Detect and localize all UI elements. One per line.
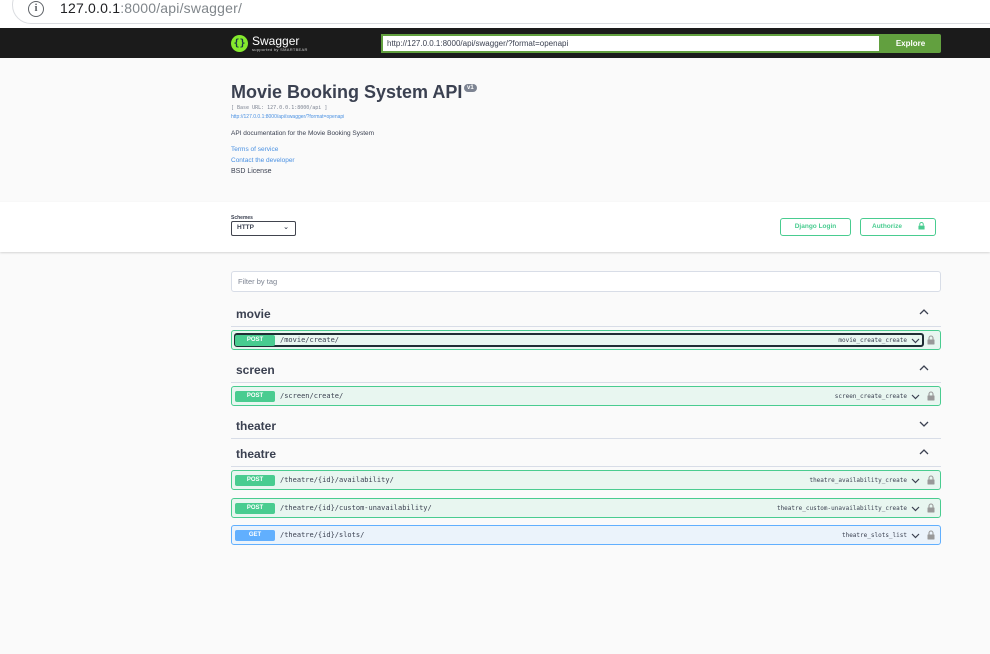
tag-section-movie[interactable]: movie: [231, 301, 941, 327]
tag-name: theater: [236, 419, 277, 433]
logo-name: Swagger: [252, 33, 300, 48]
operation-row[interactable]: POST /theatre/{id}/custom-unavailability…: [231, 498, 941, 518]
url-host: 127.0.0.1: [60, 0, 121, 16]
version-badge: v1: [464, 84, 477, 92]
chevron-down-icon[interactable]: [919, 419, 929, 429]
chevron-down-icon[interactable]: [911, 392, 920, 401]
tag-section-screen[interactable]: screen: [231, 357, 941, 383]
tag-name: theatre: [236, 447, 277, 461]
lock-icon[interactable]: [927, 335, 935, 345]
browser-address-bar: i 127.0.0.1:8000/api/swagger/: [0, 0, 990, 28]
logo-subtitle: supported by SMARTBEAR: [252, 46, 308, 52]
url-text[interactable]: 127.0.0.1:8000/api/swagger/: [60, 0, 242, 16]
operation-path: /theatre/{id}/availability/: [280, 476, 394, 484]
operation-row[interactable]: POST /theatre/{id}/availability/ theatre…: [231, 470, 941, 490]
api-description: API documentation for the Movie Booking …: [231, 130, 375, 137]
schemes-container: Schemes HTTP ⌄ Django Login Authorize: [0, 202, 990, 252]
lock-icon[interactable]: [927, 475, 935, 485]
logo-text: Swagger supported by SMARTBEAR: [252, 35, 308, 52]
chevron-down-icon: ⌄: [283, 224, 289, 231]
operation-id: theatre_custom-unavailability_create: [776, 505, 907, 512]
tag-name: movie: [236, 307, 271, 321]
method-badge: POST: [235, 503, 275, 514]
chevron-up-icon[interactable]: [919, 307, 929, 317]
operation-row[interactable]: GET /theatre/{id}/slots/ theatre_slots_l…: [231, 525, 941, 545]
authorize-label: Authorize: [872, 223, 902, 230]
api-url-input[interactable]: http://127.0.0.1:8000/api/swagger/?forma…: [381, 34, 881, 53]
operation-id: movie_create_create: [838, 337, 907, 344]
chevron-up-icon[interactable]: [919, 447, 929, 457]
explore-button[interactable]: Explore: [880, 34, 941, 53]
spec-link[interactable]: http://127.0.0.1:8000/api/swagger/?forma…: [231, 114, 344, 120]
filter-by-tag-input[interactable]: Filter by tag: [231, 271, 941, 292]
base-url: [ Base URL: 127.0.0.1:8000/api ]: [231, 105, 328, 111]
method-badge: POST: [235, 335, 275, 346]
lock-icon[interactable]: [927, 530, 935, 540]
chevron-down-icon[interactable]: [911, 476, 920, 485]
tag-section-theater[interactable]: theater: [231, 413, 941, 439]
lock-icon[interactable]: [927, 391, 935, 401]
operation-path: /theatre/{id}/slots/: [280, 531, 365, 539]
lock-icon: [918, 222, 925, 230]
operation-path: /movie/create/: [280, 336, 340, 344]
tag-name: screen: [236, 363, 275, 377]
operation-path: /screen/create/: [280, 392, 344, 400]
swagger-logo-icon: {}: [231, 34, 248, 52]
method-badge: POST: [235, 391, 275, 402]
site-info-icon[interactable]: i: [28, 1, 44, 17]
operation-row[interactable]: POST /screen/create/ screen_create_creat…: [231, 386, 941, 406]
method-badge: POST: [235, 475, 275, 486]
chevron-down-icon[interactable]: [911, 504, 920, 513]
operation-id: screen_create_create: [834, 393, 907, 400]
method-badge: GET: [235, 530, 275, 541]
url-path: :8000/api/swagger/: [120, 0, 243, 16]
operation-id: theatre_availability_create: [809, 477, 907, 484]
operation-id: theatre_slots_list: [841, 532, 907, 539]
tag-section-theatre[interactable]: theatre: [231, 441, 941, 467]
api-info-section: Movie Booking System API v1 [ Base URL: …: [0, 58, 990, 202]
chevron-up-icon[interactable]: [919, 363, 929, 373]
chevron-down-icon[interactable]: [911, 336, 920, 345]
contact-developer-link[interactable]: Contact the developer: [231, 157, 295, 164]
license-text: BSD License: [231, 168, 272, 175]
terms-of-service-link[interactable]: Terms of service: [231, 146, 278, 153]
schemes-select[interactable]: HTTP ⌄: [231, 221, 296, 236]
lock-icon[interactable]: [927, 503, 935, 513]
page-title: Movie Booking System API: [231, 82, 463, 102]
schemes-selected-value: HTTP: [237, 224, 254, 231]
operation-path: /theatre/{id}/custom-unavailability/: [280, 504, 432, 512]
authorize-button[interactable]: Authorize: [860, 218, 936, 236]
django-login-button[interactable]: Django Login: [780, 218, 851, 236]
swagger-logo[interactable]: {} Swagger supported by SMARTBEAR: [231, 32, 308, 54]
chevron-down-icon[interactable]: [911, 531, 920, 540]
operation-row[interactable]: POST /movie/create/ movie_create_create: [231, 330, 941, 350]
